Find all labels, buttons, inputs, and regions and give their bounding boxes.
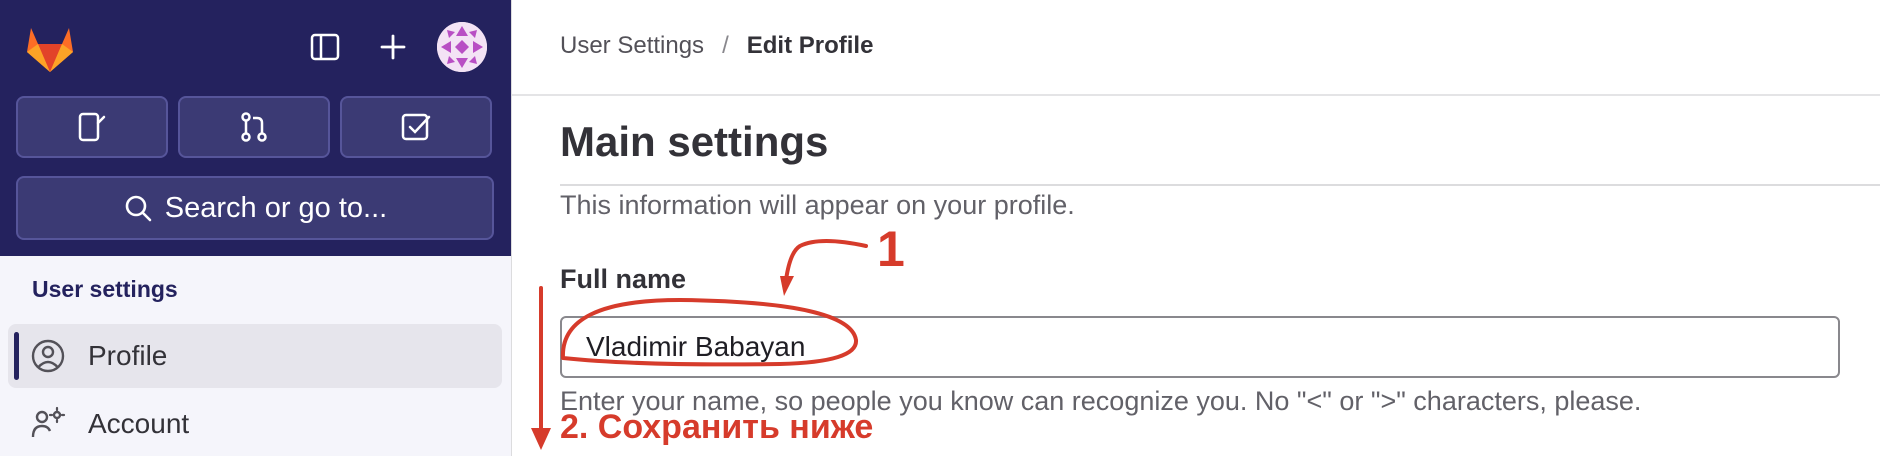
annotation-step-1: 1: [877, 221, 905, 277]
breadcrumb-user-settings-link[interactable]: User Settings: [560, 32, 704, 60]
todos-shortcut-button[interactable]: [340, 96, 492, 158]
active-indicator: [14, 332, 19, 380]
tanuki-logo-icon[interactable]: [22, 22, 78, 74]
todo-icon: [401, 113, 431, 141]
merge-request-icon: [241, 112, 267, 142]
annotation-arrow-2-head: [531, 428, 551, 450]
user-avatar[interactable]: [437, 22, 487, 72]
plus-icon: [380, 34, 406, 60]
sidebar-toggle-button[interactable]: [302, 24, 348, 70]
header-divider: [512, 94, 1880, 96]
search-icon: [125, 195, 152, 222]
sidebar: Search or go to... User settings Profile…: [0, 0, 512, 456]
account-settings-icon: [31, 406, 66, 438]
breadcrumb-current[interactable]: Edit Profile: [747, 32, 874, 60]
section-divider: [560, 184, 1880, 186]
breadcrumb-separator: /: [722, 32, 729, 59]
full-name-input[interactable]: [560, 316, 1840, 378]
sidebar-toggle-icon: [310, 33, 340, 61]
sidebar-item-account[interactable]: Account: [8, 392, 502, 456]
page-title: Main settings: [560, 118, 829, 165]
annotation-arrow-1: [784, 239, 868, 282]
full-name-label: Full name: [560, 264, 687, 294]
search-label: Search or go to...: [164, 191, 388, 224]
search-button[interactable]: Search or go to...: [16, 176, 494, 240]
create-new-button[interactable]: [370, 24, 416, 70]
sidebar-section-title: User settings: [32, 276, 178, 302]
issues-shortcut-button[interactable]: [16, 96, 168, 158]
sidebar-item-profile[interactable]: Profile: [8, 324, 502, 388]
sidebar-header: Search or go to...: [0, 0, 511, 256]
user-circle-icon: [31, 339, 65, 373]
sidebar-item-label: Profile: [88, 340, 168, 371]
annotation-step-2: 2. Сохранить ниже: [560, 408, 874, 446]
sidebar-item-label: Account: [88, 408, 190, 439]
annotation-arrow-1-head: [780, 276, 794, 296]
section-description: This information will appear on your pro…: [560, 190, 1075, 220]
issues-icon: [78, 112, 106, 142]
breadcrumb: User Settings / Edit Profile: [560, 32, 873, 60]
merge-requests-shortcut-button[interactable]: [178, 96, 330, 158]
